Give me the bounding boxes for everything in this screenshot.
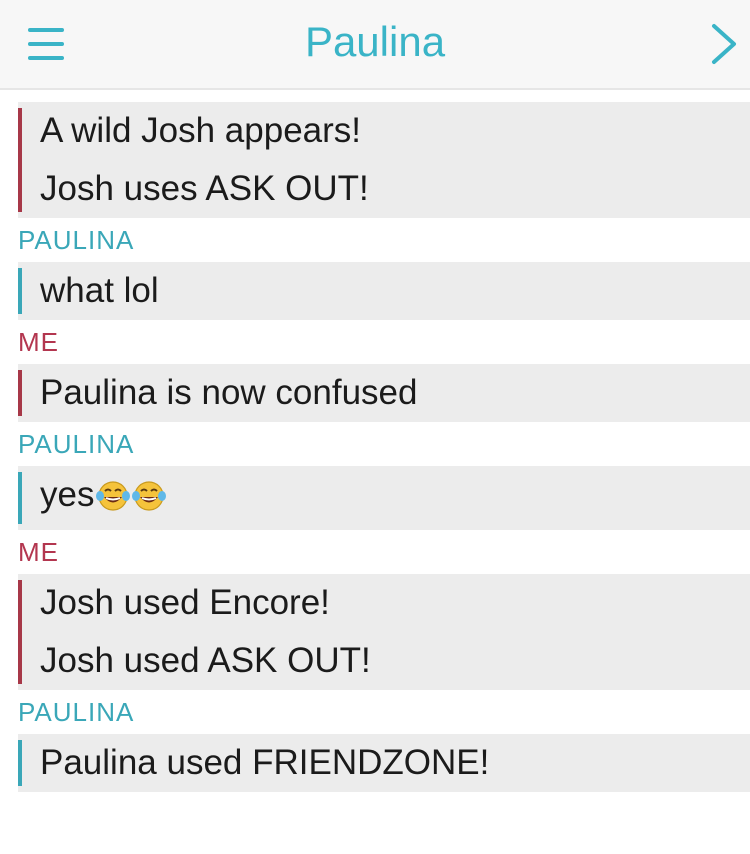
sender-spacer: [0, 90, 750, 102]
message-bubble: what lol: [18, 262, 750, 320]
chat-screen: Paulina A wild Josh appears! Josh uses A…: [0, 0, 750, 854]
message-line: Paulina used FRIENDZONE!: [40, 743, 490, 782]
chat-header: Paulina: [0, 0, 750, 90]
message-line: what lol: [40, 271, 159, 310]
face-with-tears-of-joy-emoji: [96, 472, 131, 530]
message-bubble: Josh used Encore! Josh used ASK OUT!: [18, 574, 750, 690]
sender-label: PAULINA: [18, 697, 135, 727]
message-line: Paulina is now confused: [40, 373, 418, 412]
face-with-tears-of-joy-emoji: [132, 472, 167, 530]
message-line: A wild Josh appears!: [40, 111, 362, 150]
message-text: yes: [40, 475, 95, 514]
sender-label: ME: [18, 327, 59, 357]
sender-label: ME: [18, 537, 59, 567]
message-line: Josh uses ASK OUT!: [40, 169, 369, 208]
sender-label: PAULINA: [18, 429, 135, 459]
message-line: yes: [40, 466, 750, 530]
message-bubble: A wild Josh appears! Josh uses ASK OUT!: [18, 102, 750, 218]
message-line: Josh used Encore!: [40, 583, 330, 622]
message-bubble: yes: [18, 466, 750, 530]
chevron-right-icon[interactable]: [706, 20, 742, 68]
message-bubble: Paulina is now confused: [18, 364, 750, 422]
message-line: Josh used ASK OUT!: [40, 641, 371, 680]
message-bubble: Paulina used FRIENDZONE!: [18, 734, 750, 792]
message-list[interactable]: A wild Josh appears! Josh uses ASK OUT! …: [0, 90, 750, 792]
sender-label: PAULINA: [18, 225, 135, 255]
conversation-title[interactable]: Paulina: [0, 14, 750, 70]
